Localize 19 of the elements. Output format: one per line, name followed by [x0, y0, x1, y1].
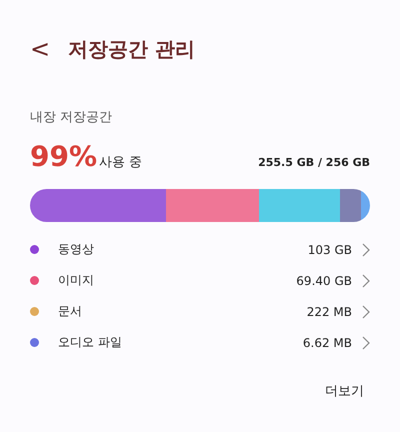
usage-percent: 99% [30, 140, 98, 173]
chevron-right-icon[interactable] [362, 242, 370, 256]
category-size: 69.40 GB [296, 274, 352, 288]
usage-label: 사용 중 [99, 154, 142, 171]
more-button[interactable]: 더보기 [319, 382, 370, 400]
back-button[interactable]: < [30, 34, 50, 64]
category-name[interactable]: 이미지 [58, 272, 94, 289]
category-size: 103 GB [308, 242, 352, 256]
chevron-right-icon[interactable] [362, 274, 370, 288]
category-name[interactable]: 문서 [58, 303, 82, 320]
storage-amount: 255.5 GB / 256 GB [258, 156, 370, 169]
chevron-right-icon[interactable] [362, 336, 370, 350]
chevron-right-icon[interactable] [362, 304, 370, 318]
category-name[interactable]: 동영상 [58, 241, 94, 258]
category-size: 222 MB [306, 304, 352, 318]
page-title: 저장공간 관리 [68, 36, 196, 62]
category-name[interactable]: 오디오 파일 [58, 334, 122, 351]
storage-label: 내장 저장공간 [30, 109, 114, 126]
category-size: 6.62 MB [302, 336, 352, 350]
